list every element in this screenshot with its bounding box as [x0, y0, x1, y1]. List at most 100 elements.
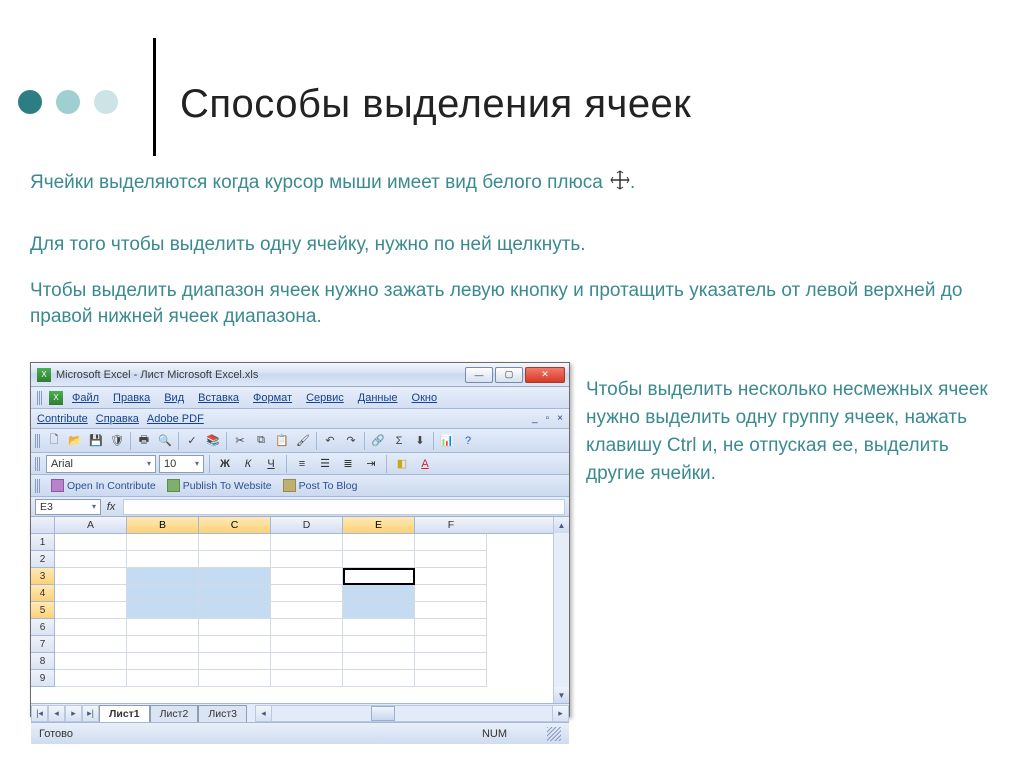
menu-contribute[interactable]: Contribute: [37, 413, 88, 425]
menu-format[interactable]: Формат: [248, 392, 297, 404]
italic-button[interactable]: К: [238, 455, 258, 473]
first-sheet-button[interactable]: |◂: [31, 705, 48, 722]
cell[interactable]: [127, 568, 199, 585]
cell[interactable]: [343, 534, 415, 551]
cell[interactable]: [415, 653, 487, 670]
row-header[interactable]: 2: [31, 551, 55, 568]
hyperlink-icon[interactable]: 🔗: [368, 431, 388, 451]
cell[interactable]: [271, 636, 343, 653]
row-header[interactable]: 7: [31, 636, 55, 653]
close-button[interactable]: ✕: [525, 367, 565, 383]
cell[interactable]: [199, 602, 271, 619]
cell[interactable]: [271, 568, 343, 585]
maximize-button[interactable]: ▢: [495, 367, 523, 383]
row-header[interactable]: 9: [31, 670, 55, 687]
open-in-contribute-button[interactable]: Open In Contribute: [48, 479, 159, 492]
research-icon[interactable]: 📚: [203, 431, 223, 451]
cell[interactable]: [343, 551, 415, 568]
cell[interactable]: [199, 653, 271, 670]
cell[interactable]: [343, 619, 415, 636]
cell[interactable]: [415, 602, 487, 619]
cell[interactable]: [199, 585, 271, 602]
menu-edit[interactable]: Правка: [108, 392, 155, 404]
help-icon[interactable]: ?: [458, 431, 478, 451]
sheet-tab-1[interactable]: Лист1: [99, 705, 150, 722]
scroll-left-icon[interactable]: ◂: [255, 705, 272, 722]
horizontal-scrollbar[interactable]: ◂ ▸: [255, 705, 569, 722]
hscroll-thumb[interactable]: [371, 706, 395, 721]
cell[interactable]: [343, 585, 415, 602]
underline-button[interactable]: Ч: [261, 455, 281, 473]
doc-restore-button[interactable]: ▫: [546, 413, 550, 424]
next-sheet-button[interactable]: ▸: [65, 705, 82, 722]
scroll-down-icon[interactable]: ▼: [554, 687, 569, 703]
prev-sheet-button[interactable]: ◂: [48, 705, 65, 722]
resize-grip-icon[interactable]: [547, 727, 561, 741]
cell[interactable]: [55, 602, 127, 619]
menu-view[interactable]: Вид: [159, 392, 189, 404]
row-header[interactable]: 6: [31, 619, 55, 636]
col-header-b[interactable]: B: [127, 517, 199, 533]
cell[interactable]: [55, 636, 127, 653]
select-all-corner[interactable]: [31, 517, 55, 533]
cell[interactable]: [343, 636, 415, 653]
cell[interactable]: [271, 534, 343, 551]
menu-data[interactable]: Данные: [353, 392, 403, 404]
row-header[interactable]: 3: [31, 568, 55, 585]
bold-button[interactable]: Ж: [215, 455, 235, 473]
row-header[interactable]: 1: [31, 534, 55, 551]
autosum-icon[interactable]: Σ: [389, 431, 409, 451]
cell[interactable]: [127, 636, 199, 653]
format-painter-icon[interactable]: 🖌: [293, 431, 313, 451]
cell[interactable]: [343, 670, 415, 687]
sort-asc-icon[interactable]: ⬇: [410, 431, 430, 451]
font-color-icon[interactable]: A: [415, 455, 435, 473]
name-box[interactable]: E3: [35, 499, 101, 515]
vertical-scrollbar[interactable]: ▲ ▼: [553, 517, 569, 703]
cell[interactable]: [271, 653, 343, 670]
menu-file[interactable]: Файл: [67, 392, 104, 404]
scroll-up-icon[interactable]: ▲: [554, 517, 569, 533]
copy-icon[interactable]: ⧉: [251, 431, 271, 451]
cell[interactable]: [271, 619, 343, 636]
post-to-blog-button[interactable]: Post To Blog: [280, 479, 361, 492]
cell[interactable]: [271, 602, 343, 619]
cell[interactable]: [127, 670, 199, 687]
doc-minimize-button[interactable]: _: [532, 413, 538, 424]
align-left-icon[interactable]: ≡: [292, 455, 312, 473]
cell[interactable]: [55, 670, 127, 687]
col-header-d[interactable]: D: [271, 517, 343, 533]
cell[interactable]: [55, 551, 127, 568]
cell[interactable]: [271, 551, 343, 568]
cell[interactable]: [343, 602, 415, 619]
sheet-tab-3[interactable]: Лист3: [198, 705, 247, 722]
spellcheck-icon[interactable]: ✓: [182, 431, 202, 451]
menu-window[interactable]: Окно: [407, 392, 443, 404]
cell[interactable]: [199, 619, 271, 636]
undo-icon[interactable]: ↶: [320, 431, 340, 451]
minimize-button[interactable]: —: [465, 367, 493, 383]
col-header-c[interactable]: C: [199, 517, 271, 533]
cell[interactable]: [271, 585, 343, 602]
last-sheet-button[interactable]: ▸|: [82, 705, 99, 722]
open-icon[interactable]: 📂: [65, 431, 85, 451]
font-name-combo[interactable]: Arial: [46, 455, 156, 473]
cell[interactable]: [55, 653, 127, 670]
menu-help[interactable]: Справка: [96, 413, 139, 425]
chart-icon[interactable]: 📊: [437, 431, 457, 451]
col-header-f[interactable]: F: [415, 517, 487, 533]
cell[interactable]: [55, 619, 127, 636]
align-center-icon[interactable]: ☰: [315, 455, 335, 473]
cell[interactable]: [343, 653, 415, 670]
menu-insert[interactable]: Вставка: [193, 392, 244, 404]
cell[interactable]: [271, 670, 343, 687]
align-right-icon[interactable]: ≣: [338, 455, 358, 473]
cell[interactable]: [415, 568, 487, 585]
cell[interactable]: [199, 636, 271, 653]
cell[interactable]: [199, 568, 271, 585]
font-size-combo[interactable]: 10: [159, 455, 204, 473]
scroll-right-icon[interactable]: ▸: [552, 705, 569, 722]
cell[interactable]: [127, 534, 199, 551]
menu-adobe-pdf[interactable]: Adobe PDF: [147, 413, 204, 425]
merge-center-icon[interactable]: ⇥: [361, 455, 381, 473]
